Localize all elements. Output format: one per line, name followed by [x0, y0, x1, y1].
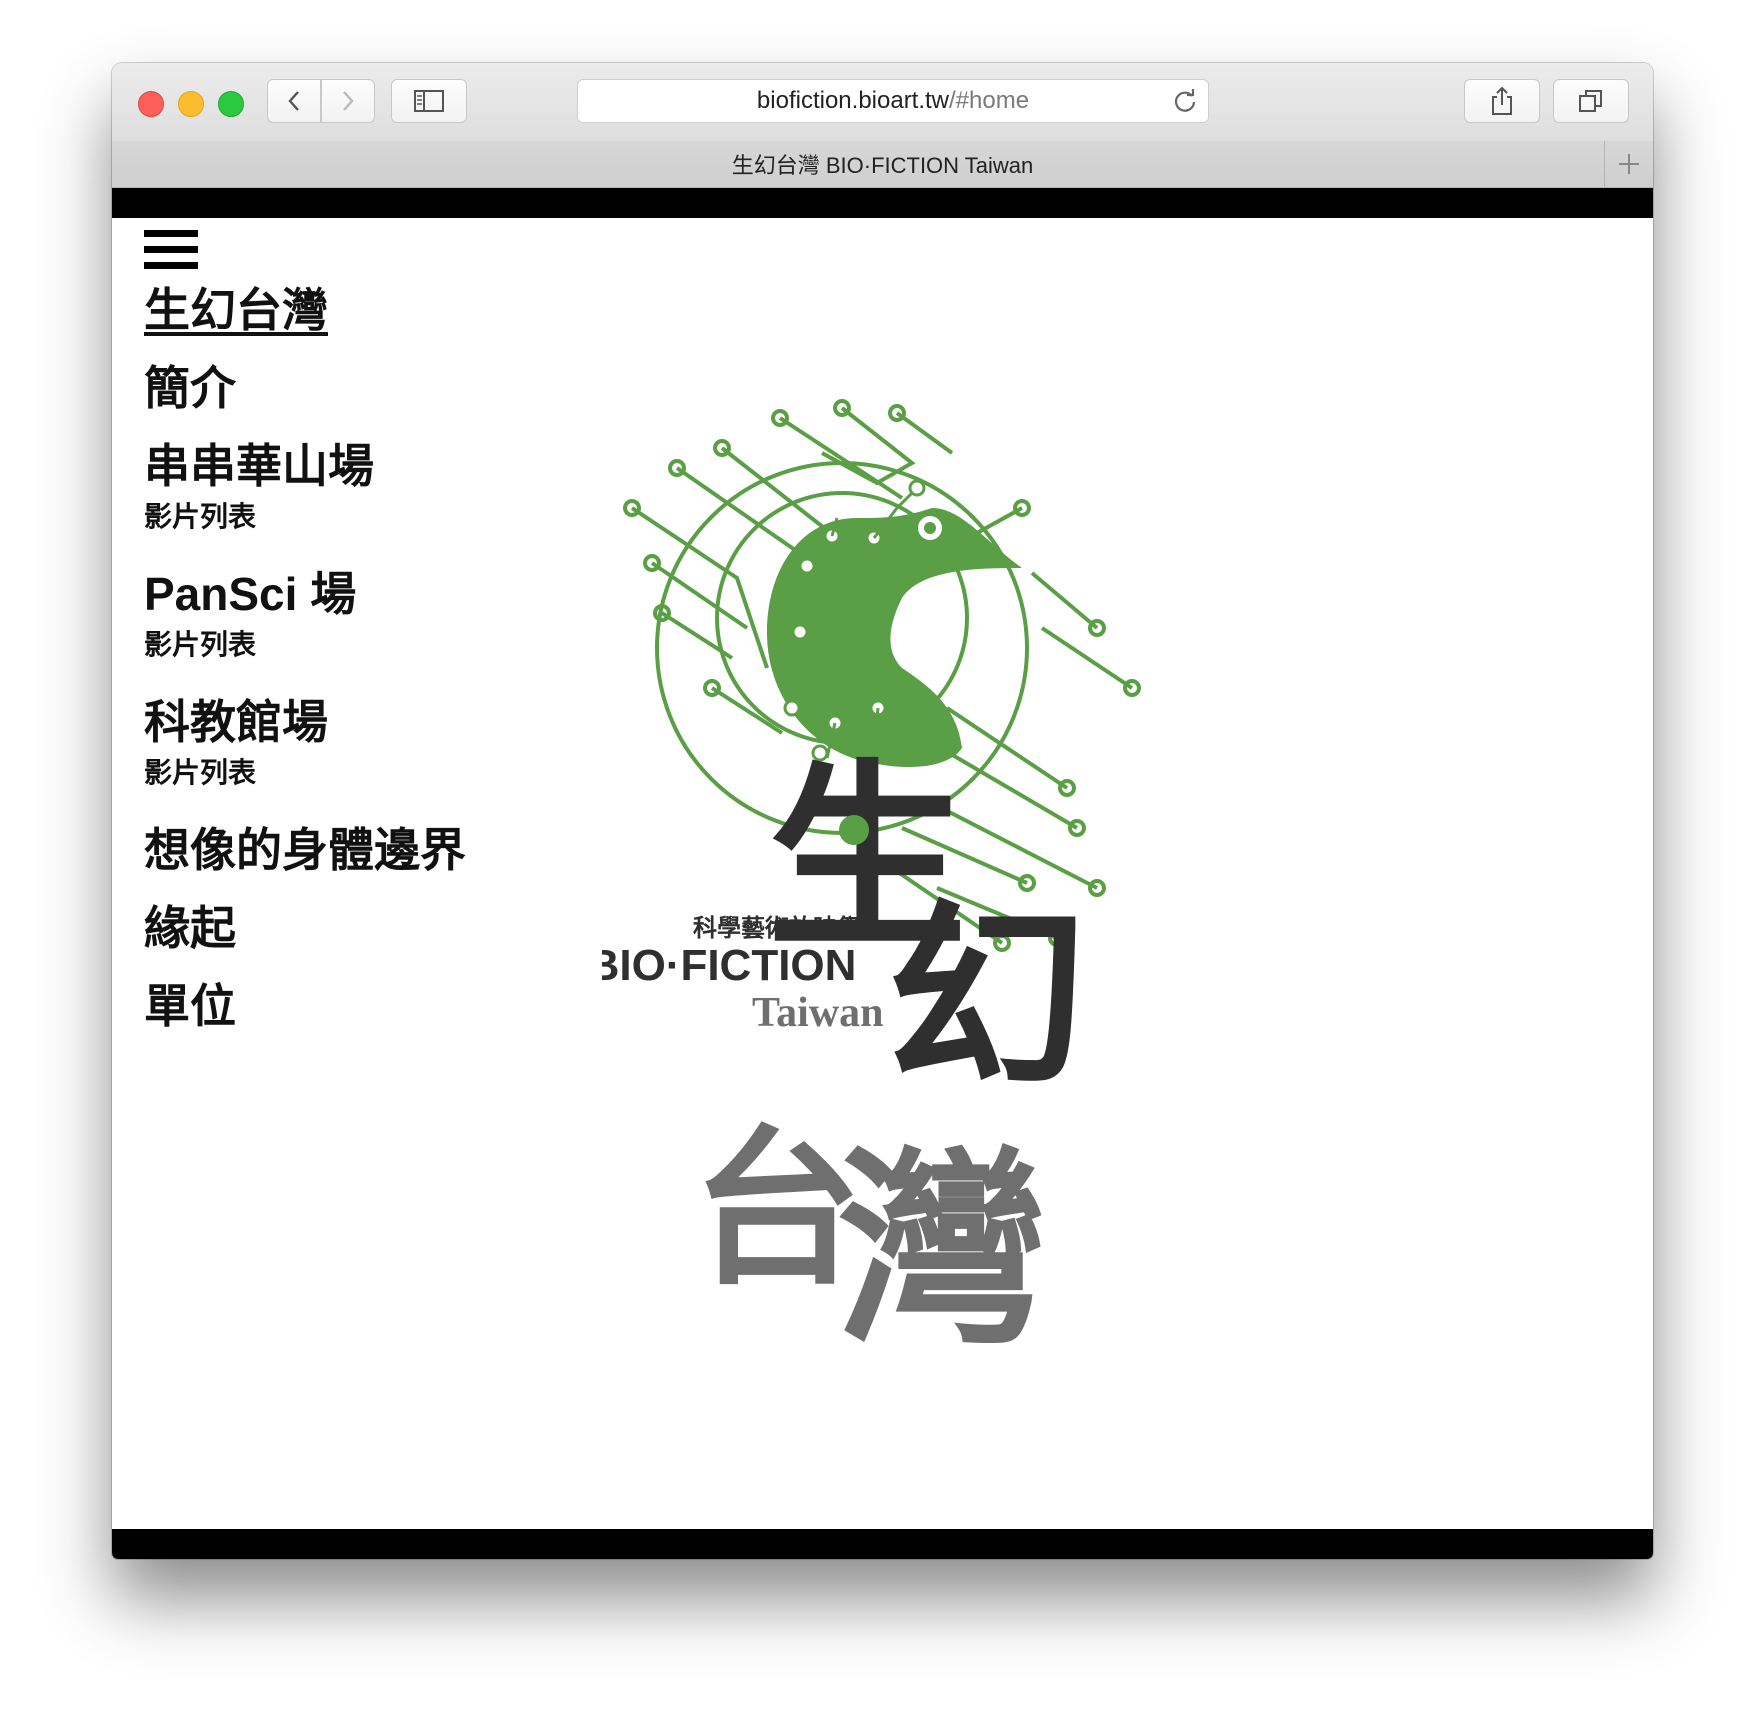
- url-host: biofiction.bioart.tw: [756, 87, 950, 114]
- nav-item-pansci[interactable]: PanSci 場: [144, 564, 466, 624]
- main-nav: 生幻台灣 簡介 串串華山場 影片列表 PanSci 場 影片列表 科教館場 影片…: [144, 280, 466, 1054]
- nav-item-ntsec[interactable]: 科教館場: [144, 692, 466, 752]
- new-tab-button[interactable]: [1604, 141, 1653, 187]
- share-button[interactable]: [1464, 79, 1540, 123]
- bottom-black-band: [112, 1529, 1653, 1559]
- browser-toolbar: biofiction.bioart.tw/#home: [112, 63, 1653, 142]
- zoom-window-button[interactable]: [218, 91, 244, 117]
- browser-window: biofiction.bioart.tw/#home 生幻台灣 BIO·FICT…: [112, 63, 1653, 1559]
- reload-icon: [1174, 89, 1196, 112]
- nav-item-units[interactable]: 單位: [144, 976, 466, 1036]
- hamburger-line: [144, 230, 198, 237]
- top-black-band: [112, 188, 1653, 218]
- logo-subtitle: 科學藝術放映祭: [693, 913, 862, 942]
- logo-char-huan: 幻: [887, 883, 1087, 1116]
- reload-button[interactable]: [1172, 88, 1198, 121]
- logo-brand: BIO·FICTION: [602, 941, 856, 990]
- nav-subitem-huashan-videos[interactable]: 影片列表: [144, 500, 466, 534]
- page-content: 生幻台灣 簡介 串串華山場 影片列表 PanSci 場 影片列表 科教館場 影片…: [112, 188, 1653, 1559]
- tab-title[interactable]: 生幻台灣 BIO·FICTION Taiwan: [732, 148, 1034, 180]
- minimize-window-button[interactable]: [178, 91, 204, 117]
- nav-item-home[interactable]: 生幻台灣: [144, 280, 466, 340]
- logo-text: 生 幻 台 灣 科學藝術放映祭 BIO·FICTION Taiwan: [602, 743, 1087, 1373]
- nav-item-origin[interactable]: 緣起: [144, 898, 466, 958]
- sidebar-toggle-button[interactable]: [391, 79, 467, 123]
- url-path: /#home: [949, 87, 1030, 114]
- hamburger-line: [144, 262, 198, 269]
- address-bar[interactable]: biofiction.bioart.tw/#home: [577, 79, 1209, 123]
- nav-item-intro[interactable]: 簡介: [144, 358, 466, 418]
- plus-icon: [1619, 154, 1639, 174]
- menu-toggle-button[interactable]: [144, 230, 198, 272]
- hamburger-line: [144, 246, 198, 253]
- share-icon: [1492, 86, 1512, 115]
- logo-brand-suffix: Taiwan: [752, 990, 884, 1036]
- nav-subitem-ntsec-videos[interactable]: 影片列表: [144, 756, 466, 790]
- nav-item-body-boundaries[interactable]: 想像的身體邊界: [144, 820, 466, 880]
- logo-char-wan: 灣: [837, 1128, 1047, 1373]
- back-button[interactable]: [267, 79, 321, 123]
- nav-subitem-pansci-videos[interactable]: 影片列表: [144, 628, 466, 662]
- tabs-icon: [1579, 90, 1602, 112]
- nav-item-huashan[interactable]: 串串華山場: [144, 436, 466, 496]
- tabs-overview-button[interactable]: [1553, 79, 1629, 123]
- close-window-button[interactable]: [138, 91, 164, 117]
- chevron-right-icon: [343, 91, 354, 111]
- biofiction-taiwan-logo: 生 幻 台 灣 科學藝術放映祭 BIO·FICTION Taiwan: [602, 399, 1141, 1373]
- logo-dot: [839, 815, 869, 845]
- sidebar-icon: [414, 90, 444, 112]
- tab-bar: 生幻台灣 BIO·FICTION Taiwan: [112, 141, 1653, 188]
- forward-button[interactable]: [321, 79, 375, 123]
- chevron-left-icon: [288, 91, 299, 111]
